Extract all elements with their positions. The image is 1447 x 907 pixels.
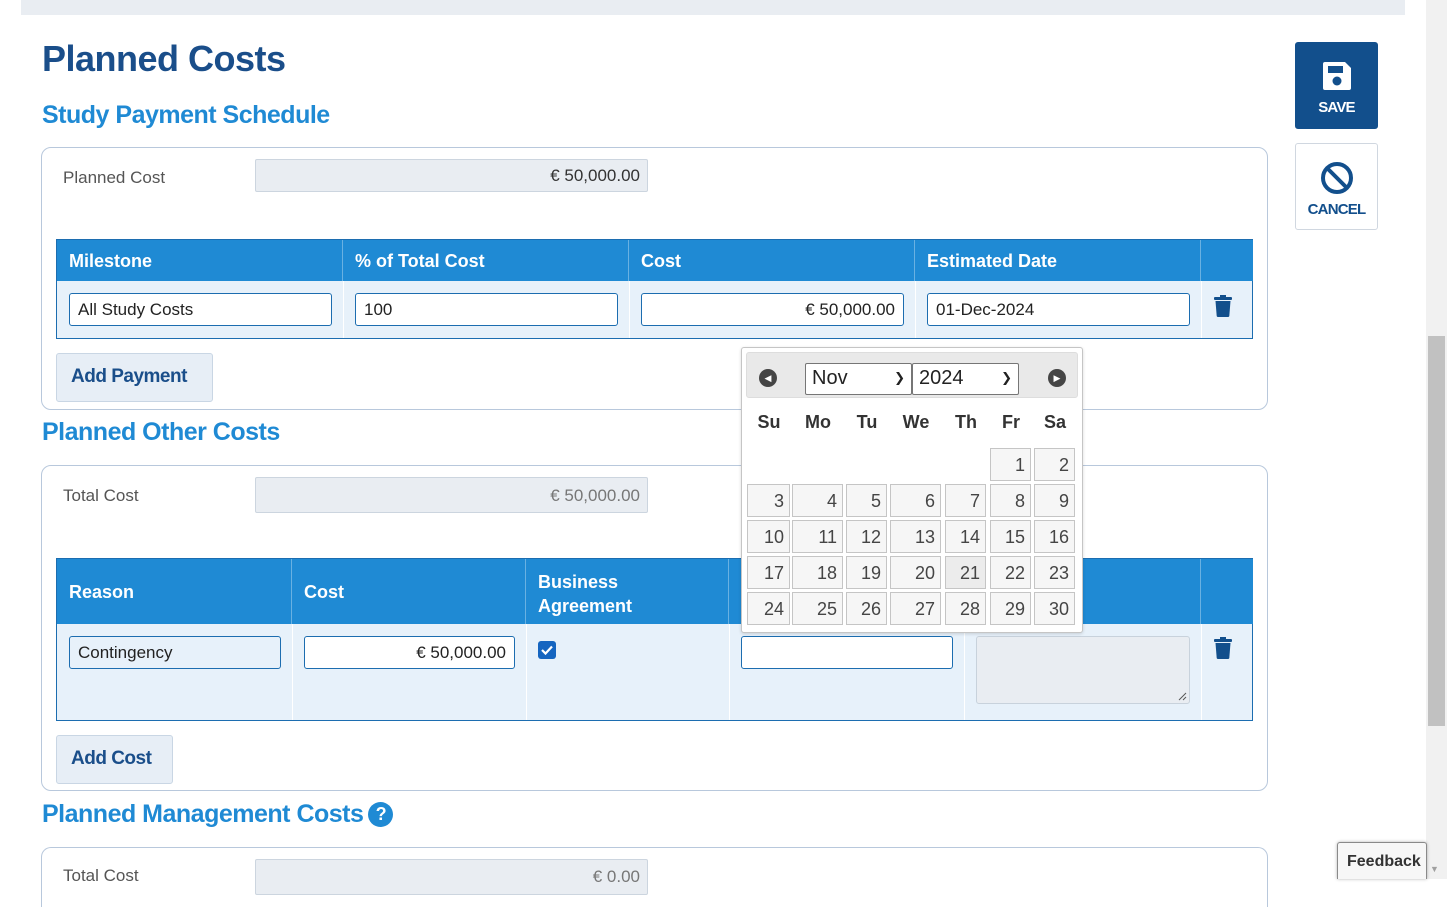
cancel-button[interactable]: CANCEL xyxy=(1295,143,1378,230)
management-total-field: € 0.00 xyxy=(255,859,648,895)
chevron-down-icon: ❯ xyxy=(1001,370,1012,385)
calendar-day[interactable]: 4 xyxy=(792,484,843,517)
calendar-day[interactable]: 24 xyxy=(747,592,790,625)
scrollbar-thumb[interactable] xyxy=(1428,336,1445,726)
calendar-day[interactable]: 21 xyxy=(945,556,986,589)
calendar-day[interactable]: 12 xyxy=(846,520,887,553)
calendar-day[interactable]: 27 xyxy=(890,592,941,625)
calendar-day[interactable]: 20 xyxy=(890,556,941,589)
ban-icon xyxy=(1321,162,1353,194)
management-costs-panel: Total Cost € 0.00 xyxy=(41,847,1268,907)
estimated-date-input[interactable]: 01-Dec-2024 xyxy=(927,293,1190,326)
year-select-value: 2024 xyxy=(919,367,964,389)
month-select-value: Nov xyxy=(812,367,848,389)
percent-input[interactable]: 100 xyxy=(355,293,618,326)
management-total-label: Total Cost xyxy=(63,866,139,885)
weekday-label: Tu xyxy=(856,412,878,432)
payment-table: Milestone % of Total Cost Cost Estimated… xyxy=(56,239,1253,339)
planned-cost-label: Planned Cost xyxy=(63,168,166,187)
scroll-down-icon[interactable]: ▼ xyxy=(1430,864,1439,874)
calendar-day[interactable]: 3 xyxy=(747,484,790,517)
calendar-day[interactable]: 25 xyxy=(792,592,843,625)
col-milestone: Milestone xyxy=(57,240,343,281)
col-reason: Reason xyxy=(57,559,292,624)
feedback-button[interactable]: Feedback xyxy=(1337,842,1427,879)
calendar-day[interactable]: 22 xyxy=(990,556,1031,589)
cancel-button-label: CANCEL xyxy=(1307,201,1367,218)
col-cost: Cost xyxy=(629,240,915,281)
other-cost-input[interactable]: € 50,000.00 xyxy=(304,636,515,669)
business-agreement-checkbox[interactable] xyxy=(538,641,556,659)
calendar-day[interactable]: 7 xyxy=(945,484,986,517)
weekday-label: Su xyxy=(757,412,781,432)
calendar-day[interactable]: 14 xyxy=(945,520,986,553)
col-estimated-date: Estimated Date xyxy=(915,240,1201,281)
calendar-day[interactable]: 19 xyxy=(846,556,887,589)
trash-icon[interactable] xyxy=(1214,637,1232,659)
weekday-label: Mo xyxy=(805,412,831,432)
datepicker-popup: ◀ Nov ❯ 2024 ❯ ▶ Su Mo Tu We Th Fr Sa 1234567891… xyxy=(741,347,1083,633)
chevron-down-icon: ❯ xyxy=(894,370,905,385)
col-actions xyxy=(1201,559,1253,624)
payment-schedule-panel: Planned Cost € 50,000.00 Milestone % of … xyxy=(41,147,1268,410)
calendar-day[interactable]: 1 xyxy=(990,448,1031,481)
calendar-day[interactable]: 15 xyxy=(990,520,1031,553)
col-percent: % of Total Cost xyxy=(343,240,629,281)
breadcrumb-bar xyxy=(21,0,1405,15)
total-cost-field: € 50,000.00 xyxy=(255,477,648,513)
calendar-day[interactable]: 2 xyxy=(1034,448,1075,481)
planned-cost-field: € 50,000.00 xyxy=(255,159,648,192)
calendar-day[interactable]: 30 xyxy=(1034,592,1075,625)
weekday-label: We xyxy=(902,412,930,432)
add-payment-button[interactable]: Add Payment xyxy=(56,353,213,402)
management-costs-title: Planned Management Costs? xyxy=(42,800,394,829)
month-select[interactable]: Nov ❯ xyxy=(805,363,912,395)
calendar-day[interactable]: 29 xyxy=(990,592,1031,625)
resize-grip-icon[interactable] xyxy=(1177,691,1187,701)
col-business-agreement: Business Agreement xyxy=(526,559,729,624)
col-other-cost: Cost xyxy=(292,559,526,624)
calendar-day[interactable]: 9 xyxy=(1034,484,1075,517)
calendar-day[interactable]: 16 xyxy=(1034,520,1075,553)
calendar-day[interactable]: 17 xyxy=(747,556,790,589)
weekday-label: Th xyxy=(955,412,977,432)
milestone-input[interactable]: All Study Costs xyxy=(69,293,332,326)
year-select[interactable]: 2024 ❯ xyxy=(912,363,1019,395)
check-icon xyxy=(541,645,553,656)
weekday-label: Fr xyxy=(1002,412,1020,432)
calendar-day[interactable]: 8 xyxy=(990,484,1031,517)
page-title: Planned Costs xyxy=(42,38,286,79)
notes-textarea[interactable] xyxy=(976,636,1190,704)
weekday-label: Sa xyxy=(1043,412,1067,432)
datepicker-header: ◀ Nov ❯ 2024 ❯ ▶ xyxy=(746,352,1078,398)
calendar-day[interactable]: 5 xyxy=(846,484,887,517)
calendar-day[interactable]: 28 xyxy=(945,592,986,625)
total-cost-label: Total Cost xyxy=(63,486,139,505)
save-button-label: SAVE xyxy=(1318,99,1355,116)
add-cost-button[interactable]: Add Cost xyxy=(56,735,173,784)
trash-icon[interactable] xyxy=(1214,295,1232,317)
calendar-day[interactable]: 18 xyxy=(792,556,843,589)
help-icon[interactable]: ? xyxy=(368,802,394,827)
payment-cost-input[interactable]: € 50,000.00 xyxy=(641,293,904,326)
col-actions xyxy=(1201,240,1253,281)
payment-schedule-title: Study Payment Schedule xyxy=(42,101,330,129)
calendar-day[interactable]: 23 xyxy=(1034,556,1075,589)
calendar-day[interactable]: 11 xyxy=(792,520,843,553)
reason-input[interactable]: Contingency xyxy=(69,636,281,669)
other-date-input[interactable] xyxy=(741,636,953,669)
calendar-day[interactable]: 13 xyxy=(890,520,941,553)
floppy-disk-icon xyxy=(1323,62,1351,90)
calendar-day[interactable]: 10 xyxy=(747,520,790,553)
next-month-icon[interactable]: ▶ xyxy=(1048,369,1066,387)
other-costs-title: Planned Other Costs xyxy=(42,418,280,446)
calendar-day[interactable]: 26 xyxy=(846,592,887,625)
calendar-day[interactable]: 6 xyxy=(890,484,941,517)
other-costs-panel: Total Cost € 50,000.00 Reason Cost Busin… xyxy=(41,465,1268,791)
management-costs-title-text: Planned Management Costs xyxy=(42,800,364,828)
save-button[interactable]: SAVE xyxy=(1295,42,1378,129)
prev-month-icon[interactable]: ◀ xyxy=(759,369,777,387)
